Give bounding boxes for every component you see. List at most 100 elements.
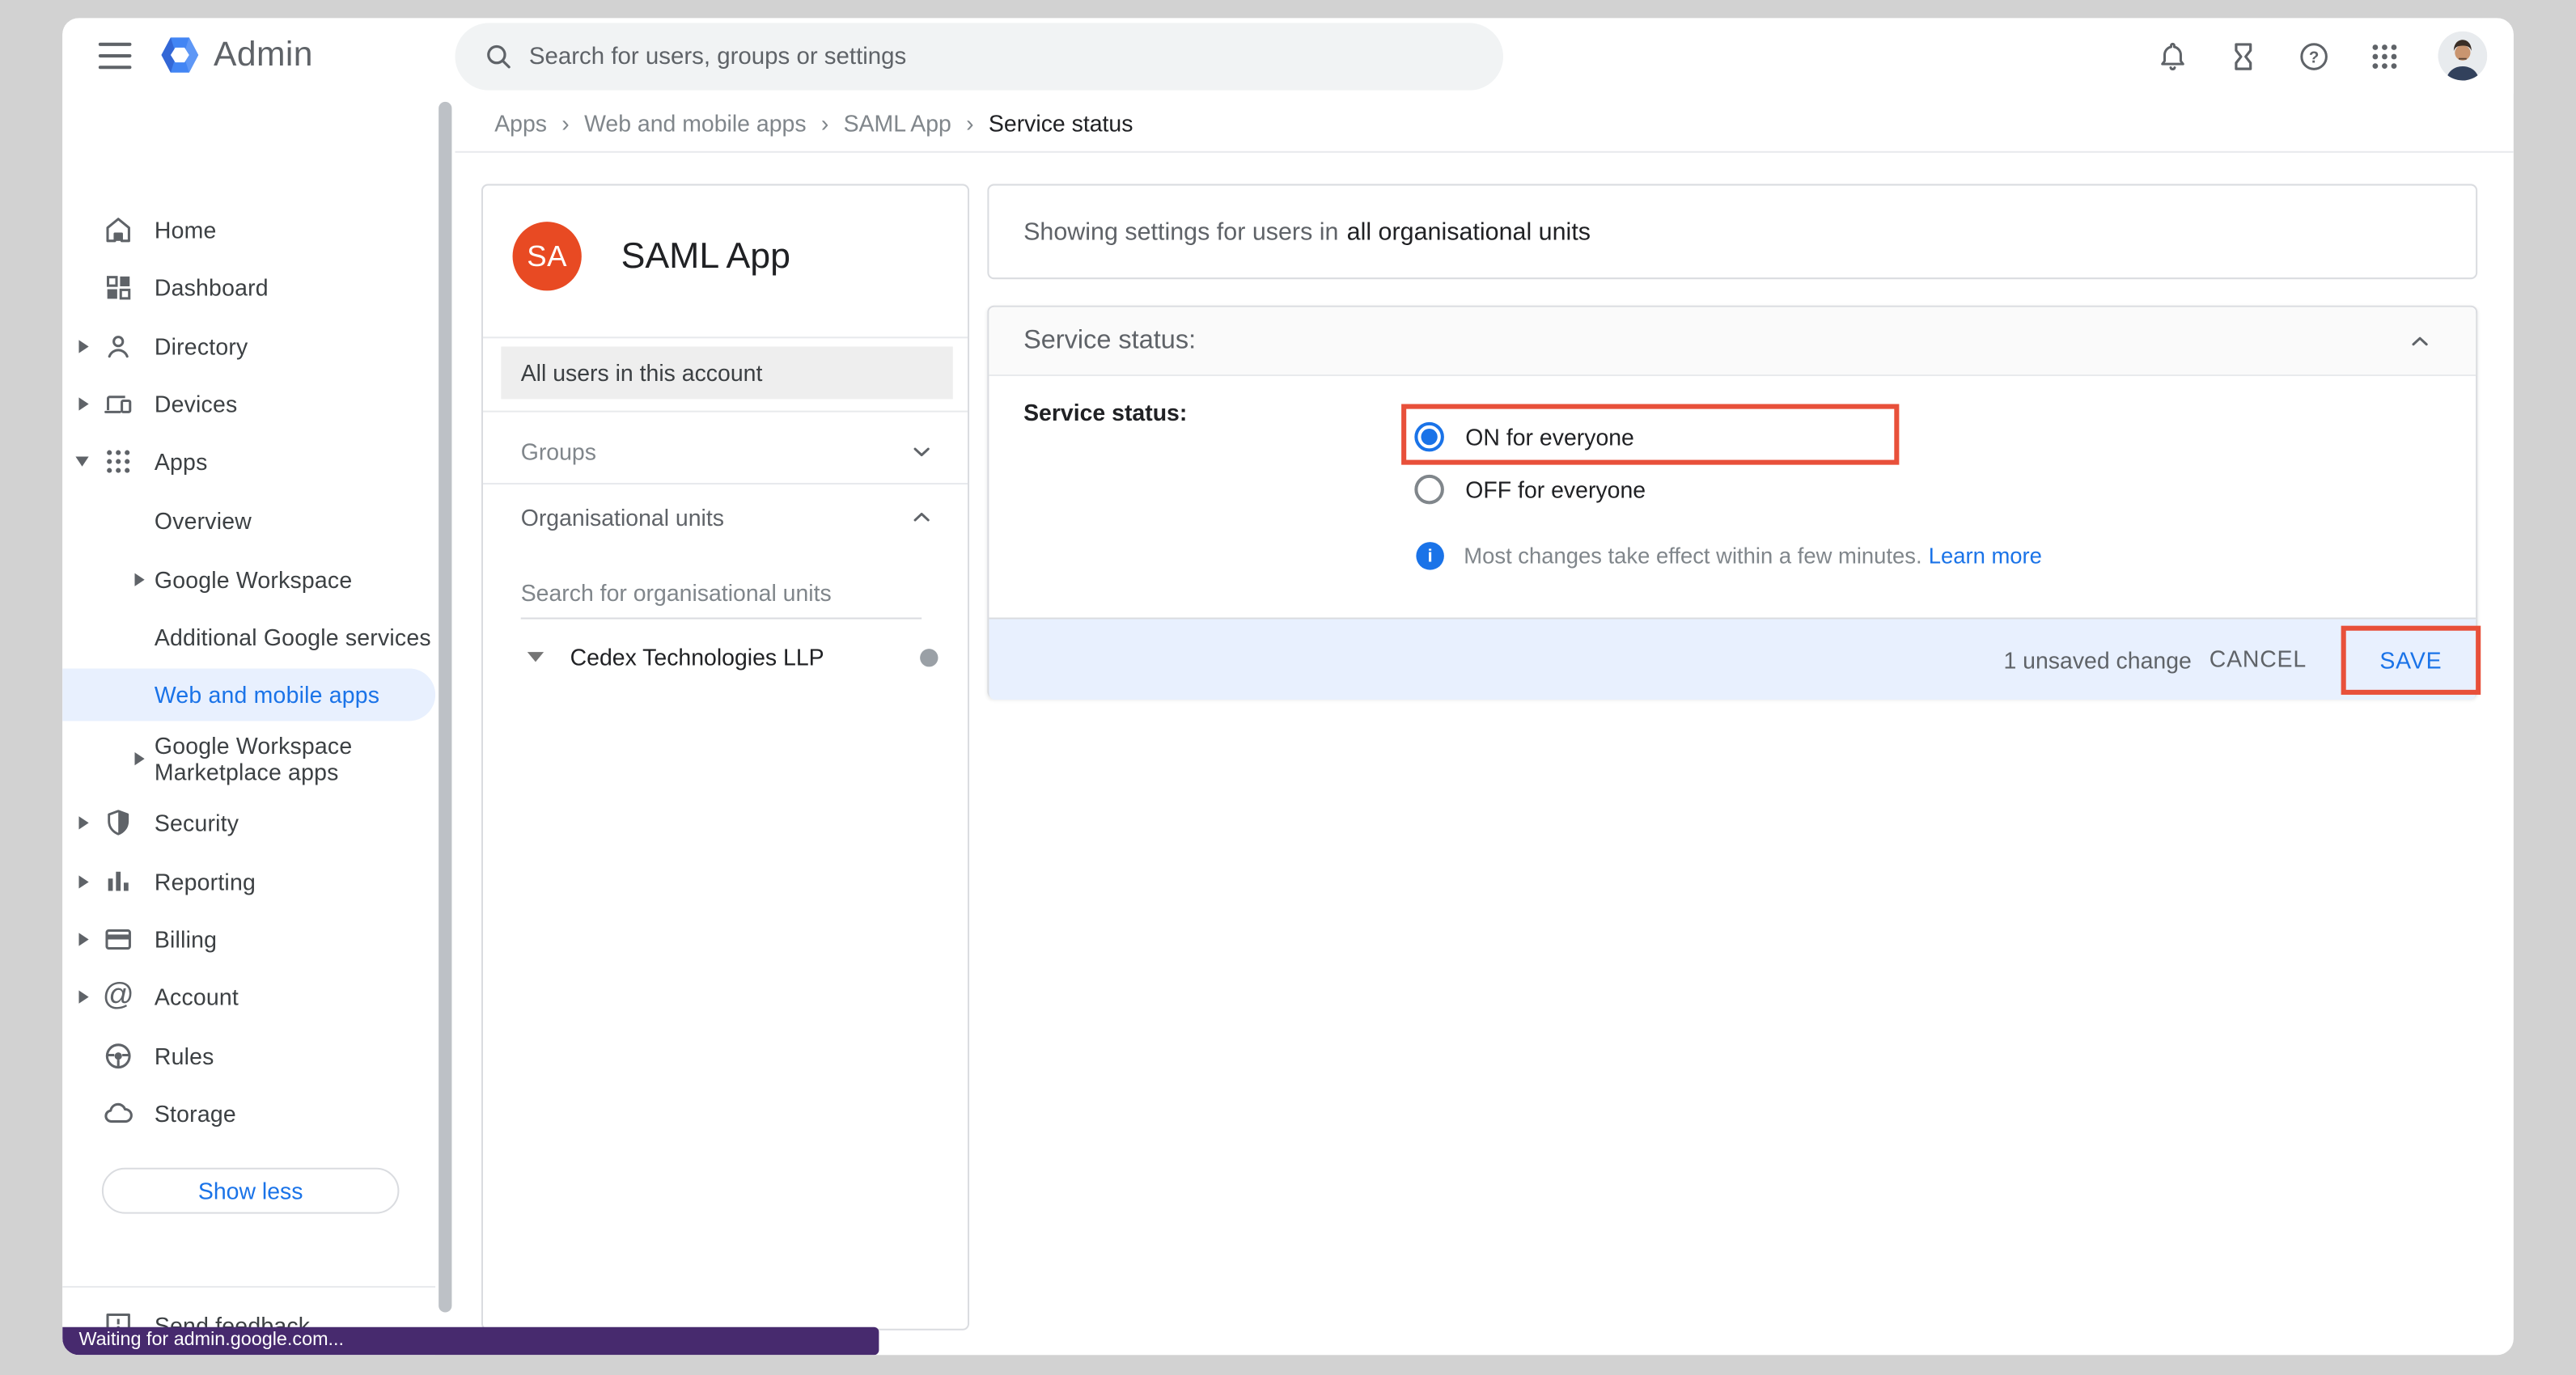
sidebar-item-rules[interactable]: Rules (62, 1030, 435, 1082)
sidebar-item-overview[interactable]: Overview (62, 494, 435, 547)
top-bar: Admin Search for users, groups or settin… (62, 18, 2514, 93)
expand-down-icon[interactable] (75, 457, 88, 467)
service-status-card: Service status: Service status: ON for e… (987, 306, 2477, 698)
app-title: SAML App (621, 235, 790, 277)
sidebar-divider (62, 1286, 435, 1288)
dashboard-icon (102, 271, 135, 304)
breadcrumb-separator: › (821, 109, 828, 135)
section-title: Service status: (1023, 326, 1196, 356)
expand-right-icon[interactable] (78, 933, 88, 946)
tree-expand-down-icon[interactable] (527, 652, 544, 662)
show-less-button[interactable]: Show less (102, 1168, 400, 1214)
app-avatar: SA (513, 222, 582, 290)
sidebar-item-dashboard[interactable]: Dashboard (62, 261, 435, 314)
apps-grid-icon[interactable] (2367, 39, 2402, 74)
app-header: SA SAML App (483, 185, 968, 338)
sidebar-item-home[interactable]: Home (62, 204, 435, 256)
bar-chart-icon (102, 865, 135, 899)
input-underline (521, 618, 922, 620)
expand-right-icon[interactable] (135, 573, 145, 586)
divider (483, 483, 968, 484)
radio-off-for-everyone[interactable]: OFF for everyone (1414, 475, 1646, 505)
admin-console-window: Admin Search for users, groups or settin… (62, 18, 2514, 1355)
app-scope-panel: SA SAML App All users in this account Gr… (481, 184, 969, 1330)
divider (483, 411, 968, 412)
radio-on-for-everyone[interactable]: ON for everyone (1414, 422, 1634, 452)
showing-settings-text: Showing settings for users in (1023, 218, 1338, 246)
main-menu-icon[interactable] (99, 43, 132, 69)
help-icon[interactable]: ? (2297, 39, 2332, 74)
save-button[interactable]: SAVE (2341, 626, 2481, 695)
radio-unselected-icon[interactable] (1414, 475, 1444, 505)
cancel-button[interactable]: CANCEL (2210, 645, 2307, 671)
sidebar-item-reporting[interactable]: Reporting (62, 856, 435, 908)
home-icon (102, 214, 135, 247)
sidebar-item-apps[interactable]: Apps (62, 435, 435, 488)
devices-icon (102, 387, 135, 421)
save-bar: 1 unsaved change CANCEL SAVE (989, 618, 2476, 700)
chevron-down-icon (909, 438, 934, 464)
breadcrumb-apps[interactable]: Apps (494, 109, 547, 135)
expand-right-icon[interactable] (78, 875, 88, 888)
breadcrumb: Apps › Web and mobile apps › SAML App › … (455, 94, 2513, 153)
radio-selected-icon[interactable] (1414, 422, 1444, 452)
sidebar-item-security[interactable]: Security (62, 797, 435, 849)
sidebar-item-devices[interactable]: Devices (62, 378, 435, 430)
screen: Admin Search for users, groups or settin… (0, 0, 2576, 1375)
expand-right-icon[interactable] (78, 816, 88, 829)
org-unit-search-input[interactable]: Search for organisational units (521, 580, 922, 620)
sidebar-item-billing[interactable]: Billing (62, 913, 435, 966)
scope-summary-card: Showing settings for users in all organi… (987, 184, 2477, 279)
cloud-icon (102, 1097, 135, 1130)
expand-right-icon[interactable] (78, 397, 88, 410)
top-bar-actions: ? (2155, 18, 2487, 93)
breadcrumb-web-and-mobile-apps[interactable]: Web and mobile apps (584, 109, 806, 135)
chevron-up-icon (909, 504, 934, 530)
sidebar-item-google-workspace[interactable]: Google Workspace (62, 553, 435, 606)
svg-text:?: ? (2309, 49, 2319, 66)
search-placeholder: Search for users, groups or settings (529, 44, 906, 70)
sidebar-nav: Home Dashboard (62, 94, 435, 1356)
learn-more-link[interactable]: Learn more (1929, 544, 2042, 568)
org-unit-root-item[interactable]: Cedex Technologies LLP (483, 634, 968, 680)
sidebar-item-gw-marketplace-apps[interactable]: Google Workspace Marketplace apps (62, 730, 435, 789)
org-units-section-toggle[interactable]: Organisational units (483, 491, 968, 544)
expand-right-icon[interactable] (135, 752, 145, 765)
steering-wheel-icon (102, 1039, 135, 1072)
sidebar-item-account[interactable]: @ Account (62, 971, 435, 1023)
search-icon (483, 41, 515, 73)
shield-icon (102, 806, 135, 840)
person-icon (102, 330, 135, 363)
collapse-chevron-up-icon[interactable] (2407, 328, 2433, 353)
expand-right-icon[interactable] (78, 990, 88, 1003)
unsaved-changes-text: 1 unsaved change (2003, 647, 2191, 673)
breadcrumb-saml-app[interactable]: SAML App (844, 109, 951, 135)
at-sign-icon: @ (102, 980, 135, 1013)
global-search-input[interactable]: Search for users, groups or settings (455, 23, 1503, 90)
sidebar-scrollbar[interactable] (439, 102, 451, 1313)
service-status-field-label: Service status: (1023, 399, 1187, 425)
all-users-scope-item[interactable]: All users in this account (501, 346, 952, 399)
hourglass-icon[interactable] (2226, 39, 2260, 74)
expand-right-icon[interactable] (78, 340, 88, 353)
info-note: i Most changes take effect within a few … (1416, 542, 2042, 570)
org-unit-search-placeholder: Search for organisational units (521, 580, 922, 606)
sidebar-item-storage[interactable]: Storage (62, 1087, 435, 1140)
credit-card-icon (102, 923, 135, 956)
apps-grid-icon (102, 445, 135, 478)
groups-section-toggle[interactable]: Groups (483, 421, 968, 483)
breadcrumb-separator: › (561, 109, 569, 135)
sidebar-item-web-and-mobile-apps[interactable]: Web and mobile apps (62, 668, 435, 721)
browser-status-bubble: Waiting for admin.google.com... (62, 1327, 879, 1356)
org-unit-status-dot (920, 648, 938, 666)
breadcrumb-current: Service status (989, 109, 1133, 135)
sidebar-item-additional-google-services[interactable]: Additional Google services (62, 611, 435, 663)
breadcrumb-separator: › (966, 109, 973, 135)
account-avatar[interactable] (2438, 32, 2487, 81)
google-admin-logo[interactable]: Admin (158, 33, 313, 78)
notifications-icon[interactable] (2155, 39, 2190, 74)
sidebar-item-directory[interactable]: Directory (62, 320, 435, 373)
service-status-section-header[interactable]: Service status: (989, 307, 2476, 376)
admin-logo-icon (158, 33, 202, 78)
info-icon: i (1416, 542, 1444, 570)
